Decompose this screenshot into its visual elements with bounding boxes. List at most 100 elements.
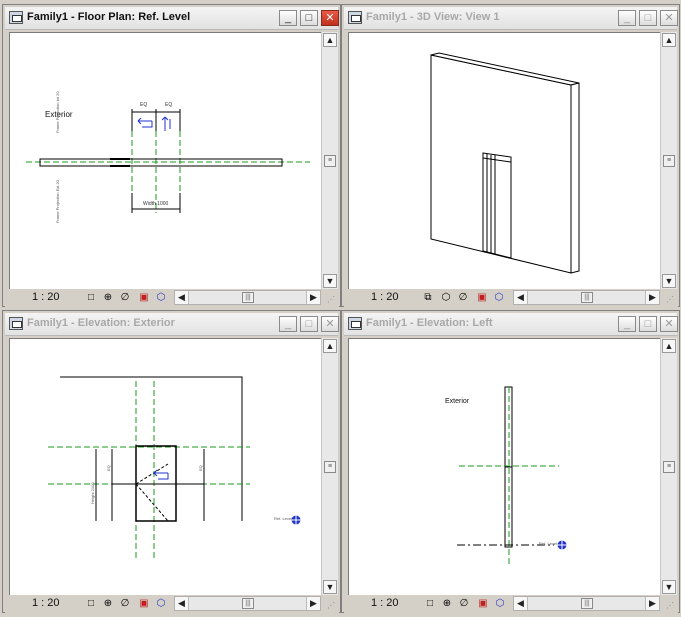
view3d-window[interactable]: Family1 - 3D View: View 1 _ □ ✕ ▲ ≡ ▼ 1 … bbox=[341, 4, 680, 307]
app-icon[interactable] bbox=[348, 11, 362, 24]
view-control-bar: 1 : 20 □ ⊕ ∅ ▣ ⬡ ◀ ||| ▶ ⋰ bbox=[344, 595, 678, 613]
scroll-down-button[interactable]: ▼ bbox=[323, 274, 337, 288]
horizontal-scrollbar[interactable]: ◀ ||| ▶ bbox=[174, 596, 321, 611]
maximize-button[interactable]: □ bbox=[639, 10, 657, 26]
visual-style-icon[interactable]: ⊕ bbox=[102, 598, 114, 610]
temporary-hide-icon[interactable]: ⬡ bbox=[155, 598, 167, 610]
elevation-exterior-titlebar[interactable]: Family1 - Elevation: Exterior _ □ ✕ bbox=[5, 313, 339, 336]
maximize-button[interactable]: □ bbox=[300, 10, 318, 26]
horizontal-scroll-thumb[interactable]: ||| bbox=[581, 292, 593, 303]
scroll-thumb[interactable]: ≡ bbox=[663, 461, 675, 473]
drawing-canvas[interactable]: Exterior EQ EQ Width 1000 Frame Projecti… bbox=[9, 32, 322, 290]
exterior-label: Exterior bbox=[445, 398, 470, 405]
elevation-left-window[interactable]: Family1 - Elevation: Left _ □ ✕ Exterior… bbox=[341, 310, 680, 613]
scroll-right-button[interactable]: ▶ bbox=[645, 291, 659, 304]
vertical-scrollbar[interactable]: ▲ ≡ ▼ bbox=[321, 32, 338, 290]
maximize-button[interactable]: □ bbox=[300, 316, 318, 332]
scroll-up-button[interactable]: ▲ bbox=[323, 33, 337, 47]
wall-top-edge bbox=[60, 376, 243, 521]
sun-path-icon[interactable]: ∅ bbox=[119, 292, 131, 304]
maximize-button[interactable]: □ bbox=[639, 316, 657, 332]
scroll-left-button[interactable]: ◀ bbox=[175, 291, 189, 304]
view-scale[interactable]: 1 : 20 bbox=[371, 291, 399, 303]
minimize-button[interactable]: _ bbox=[618, 10, 636, 26]
window-title: Family1 - Floor Plan: Ref. Level bbox=[27, 11, 191, 23]
temporary-hide-icon[interactable]: ⬡ bbox=[493, 292, 505, 304]
resize-grip[interactable]: ⋰ bbox=[327, 295, 337, 305]
width-dim-label: Width 1000 bbox=[143, 201, 169, 207]
elevation-left-drawing bbox=[457, 386, 567, 564]
visual-style-icon[interactable]: ⬡ bbox=[440, 292, 452, 304]
detail-level-icon[interactable]: □ bbox=[85, 292, 97, 304]
drawing-canvas[interactable]: Exterior Ref. Level bbox=[348, 338, 661, 596]
scroll-up-button[interactable]: ▲ bbox=[662, 33, 676, 47]
horizontal-scrollbar[interactable]: ◀ ||| ▶ bbox=[174, 290, 321, 305]
scroll-up-button[interactable]: ▲ bbox=[662, 339, 676, 353]
temporary-hide-icon[interactable]: ⬡ bbox=[155, 292, 167, 304]
resize-grip[interactable]: ⋰ bbox=[666, 295, 676, 305]
scroll-down-button[interactable]: ▼ bbox=[323, 580, 337, 594]
detail-level-icon[interactable]: □ bbox=[85, 598, 97, 610]
vertical-scrollbar[interactable]: ▲ ≡ ▼ bbox=[660, 338, 677, 596]
scroll-left-button[interactable]: ◀ bbox=[175, 597, 189, 610]
scroll-up-button[interactable]: ▲ bbox=[323, 339, 337, 353]
close-button[interactable]: ✕ bbox=[321, 316, 339, 332]
elevation-exterior-window[interactable]: Family1 - Elevation: Exterior _ □ ✕ Heig… bbox=[2, 310, 341, 613]
detail-level-icon[interactable]: ⧉ bbox=[422, 292, 434, 304]
temporary-hide-icon[interactable]: ⬡ bbox=[494, 598, 506, 610]
horizontal-scroll-thumb[interactable]: ||| bbox=[242, 598, 254, 609]
elevation-left-titlebar[interactable]: Family1 - Elevation: Left _ □ ✕ bbox=[344, 313, 678, 336]
minimize-button[interactable]: _ bbox=[618, 316, 636, 332]
close-button[interactable]: ✕ bbox=[321, 10, 339, 26]
drawing-canvas[interactable]: Height 2100 EQ EQ Ref. Level bbox=[9, 338, 322, 596]
scroll-down-button[interactable]: ▼ bbox=[662, 580, 676, 594]
horizontal-scrollbar[interactable]: ◀ ||| ▶ bbox=[513, 596, 660, 611]
app-icon[interactable] bbox=[9, 317, 23, 330]
resize-grip[interactable]: ⋰ bbox=[666, 601, 676, 611]
detail-level-icon[interactable]: □ bbox=[424, 598, 436, 610]
scroll-thumb[interactable]: ≡ bbox=[663, 155, 675, 167]
horizontal-scroll-thumb[interactable]: ||| bbox=[581, 598, 593, 609]
sun-path-icon[interactable]: ∅ bbox=[458, 598, 470, 610]
frame-projection-ext-label: Frame Projection Ext 20 bbox=[55, 180, 60, 223]
shadows-icon[interactable]: ▣ bbox=[477, 598, 489, 610]
view-scale[interactable]: 1 : 20 bbox=[32, 291, 60, 303]
sun-path-icon[interactable]: ∅ bbox=[119, 598, 131, 610]
shadows-icon[interactable]: ▣ bbox=[476, 292, 488, 304]
vertical-scrollbar[interactable]: ▲ ≡ ▼ bbox=[321, 338, 338, 596]
scroll-thumb[interactable]: ≡ bbox=[324, 461, 336, 473]
visual-style-icon[interactable]: ⊕ bbox=[441, 598, 453, 610]
window-title: Family1 - Elevation: Left bbox=[366, 317, 493, 329]
resize-grip[interactable]: ⋰ bbox=[327, 601, 337, 611]
app-icon[interactable] bbox=[348, 317, 362, 330]
height-dim-label: Height 2100 bbox=[90, 482, 95, 504]
minimize-button[interactable]: _ bbox=[279, 10, 297, 26]
scroll-right-button[interactable]: ▶ bbox=[306, 597, 320, 610]
floor-plan-window[interactable]: Family1 - Floor Plan: Ref. Level _ □ ✕ E… bbox=[2, 4, 341, 307]
shadows-icon[interactable]: ▣ bbox=[138, 598, 150, 610]
app-icon[interactable] bbox=[9, 11, 23, 24]
close-button[interactable]: ✕ bbox=[660, 10, 678, 26]
close-button[interactable]: ✕ bbox=[660, 316, 678, 332]
eq-dim-right: EQ bbox=[165, 102, 173, 108]
scroll-left-button[interactable]: ◀ bbox=[514, 291, 528, 304]
horizontal-scrollbar[interactable]: ◀ ||| ▶ bbox=[513, 290, 660, 305]
drawing-canvas[interactable] bbox=[348, 32, 661, 290]
minimize-button[interactable]: _ bbox=[279, 316, 297, 332]
scroll-left-button[interactable]: ◀ bbox=[514, 597, 528, 610]
horizontal-scroll-thumb[interactable]: ||| bbox=[242, 292, 254, 303]
visual-style-icon[interactable]: ⊕ bbox=[102, 292, 114, 304]
view-control-bar: 1 : 20 □ ⊕ ∅ ▣ ⬡ ◀ ||| ▶ ⋰ bbox=[5, 289, 339, 307]
shadows-icon[interactable]: ▣ bbox=[138, 292, 150, 304]
3d-wall-drawing bbox=[430, 52, 580, 274]
view-scale[interactable]: 1 : 20 bbox=[371, 597, 399, 609]
scroll-down-button[interactable]: ▼ bbox=[662, 274, 676, 288]
scroll-right-button[interactable]: ▶ bbox=[645, 597, 659, 610]
view-scale[interactable]: 1 : 20 bbox=[32, 597, 60, 609]
scroll-right-button[interactable]: ▶ bbox=[306, 291, 320, 304]
scroll-thumb[interactable]: ≡ bbox=[324, 155, 336, 167]
view3d-titlebar[interactable]: Family1 - 3D View: View 1 _ □ ✕ bbox=[344, 7, 678, 30]
sun-path-icon[interactable]: ∅ bbox=[457, 292, 469, 304]
vertical-scrollbar[interactable]: ▲ ≡ ▼ bbox=[660, 32, 677, 290]
floor-plan-titlebar[interactable]: Family1 - Floor Plan: Ref. Level _ □ ✕ bbox=[5, 7, 339, 30]
